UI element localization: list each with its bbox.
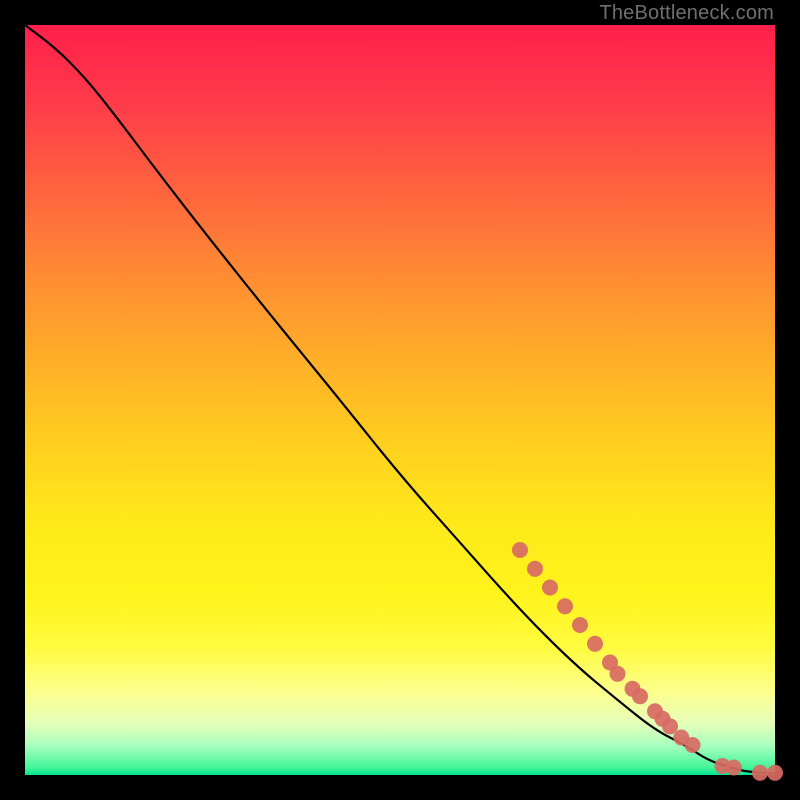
curve-marker <box>527 561 543 577</box>
curve-marker <box>572 617 588 633</box>
curve-marker <box>557 598 573 614</box>
curve-marker <box>632 688 648 704</box>
curve-marker <box>752 765 768 781</box>
curve-marker <box>767 765 783 781</box>
curve-marker <box>685 737 701 753</box>
curve-marker <box>587 636 603 652</box>
plot-area <box>25 25 775 775</box>
curve-marker <box>542 580 558 596</box>
curve-marker-group <box>512 542 783 781</box>
watermark-text: TheBottleneck.com <box>599 2 774 25</box>
chart-svg <box>25 25 775 775</box>
curve-marker <box>512 542 528 558</box>
chart-stage: TheBottleneck.com <box>0 0 800 800</box>
bottleneck-curve <box>25 25 775 774</box>
curve-marker <box>610 666 626 682</box>
curve-marker <box>726 760 742 776</box>
